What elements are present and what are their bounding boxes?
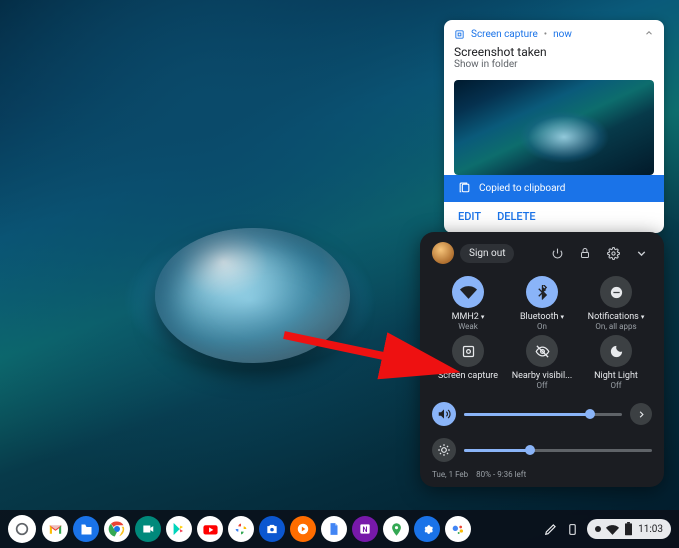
wifi-tray-icon [606, 523, 619, 536]
app-assistant[interactable] [445, 516, 471, 542]
footer-date: Tue, 1 Feb [432, 470, 468, 479]
audio-settings-button[interactable] [630, 403, 652, 425]
app-play[interactable] [166, 516, 192, 542]
notif-dot-icon [595, 526, 601, 532]
app-chrome[interactable] [104, 516, 130, 542]
lock-button[interactable] [574, 242, 596, 264]
phone-icon [566, 523, 579, 536]
launcher-button[interactable] [8, 515, 36, 543]
app-photos[interactable] [228, 516, 254, 542]
screenshot-thumbnail[interactable] [454, 80, 654, 175]
capture-icon [461, 344, 476, 359]
clipboard-icon [458, 182, 471, 195]
visibility-off-icon [535, 344, 550, 359]
app-camera[interactable] [259, 516, 285, 542]
notification-time: now [553, 29, 572, 40]
tile-night-light[interactable]: Night Light Off [580, 335, 652, 390]
app-gmail[interactable] [42, 516, 68, 542]
app-files[interactable] [73, 516, 99, 542]
volume-slider[interactable] [432, 402, 652, 426]
notification-actions: EDIT DELETE [444, 202, 664, 233]
tile-notifications[interactable]: Notifications▾ On, all apps [580, 276, 652, 331]
bluetooth-icon [535, 285, 550, 300]
settings-button[interactable] [602, 242, 624, 264]
panel-footer: Tue, 1 Feb 80% - 9:36 left [432, 470, 652, 479]
notification-title: Screenshot taken [444, 45, 664, 59]
app-music[interactable] [290, 516, 316, 542]
screen-capture-icon [454, 29, 465, 40]
copied-banner: Copied to clipboard [444, 175, 664, 202]
delete-button[interactable]: DELETE [497, 210, 536, 223]
dnd-icon [609, 285, 624, 300]
footer-battery: 80% - 9:36 left [476, 470, 526, 479]
notification-app: Screen capture [471, 29, 538, 40]
tile-bluetooth[interactable]: Bluetooth▾ On [506, 276, 578, 331]
edit-button[interactable]: EDIT [458, 210, 481, 223]
quick-settings-panel: Sign out MMH2▾ Weak Bluetooth▾ On Notifi… [420, 232, 664, 487]
status-pill[interactable]: 11:03 [587, 519, 671, 539]
app-settings[interactable] [414, 516, 440, 542]
app-meet[interactable] [135, 516, 161, 542]
pen-icon [544, 522, 558, 536]
tile-screen-capture[interactable]: Screen capture [432, 335, 504, 390]
notification-subtitle[interactable]: Show in folder [444, 59, 664, 76]
volume-icon [432, 402, 456, 426]
system-tray[interactable]: 11:03 [544, 519, 671, 539]
wifi-icon [460, 284, 477, 301]
notification-header[interactable]: Screen capture • now [444, 20, 664, 45]
svg-text:N: N [363, 526, 368, 534]
night-light-icon [609, 344, 624, 359]
collapse-button[interactable] [630, 242, 652, 264]
tile-wifi[interactable]: MMH2▾ Weak [432, 276, 504, 331]
power-button[interactable] [546, 242, 568, 264]
wallpaper-droplet [155, 228, 350, 363]
app-onenote[interactable]: N [352, 516, 378, 542]
avatar[interactable] [432, 242, 454, 264]
brightness-icon [432, 438, 456, 462]
tile-nearby[interactable]: Nearby visibil... Off [506, 335, 578, 390]
notification-card: Screen capture • now Screenshot taken Sh… [444, 20, 664, 233]
sign-out-button[interactable]: Sign out [460, 244, 514, 263]
clock: 11:03 [638, 524, 663, 535]
app-docs[interactable] [321, 516, 347, 542]
brightness-slider[interactable] [432, 438, 652, 462]
shelf-apps: N [42, 516, 471, 542]
chevron-up-icon[interactable] [644, 28, 654, 41]
app-maps[interactable] [383, 516, 409, 542]
shelf: N 11:03 [0, 510, 679, 548]
battery-tray-icon [624, 522, 633, 536]
app-youtube[interactable] [197, 516, 223, 542]
quick-settings-grid: MMH2▾ Weak Bluetooth▾ On Notifications▾ … [432, 276, 652, 390]
